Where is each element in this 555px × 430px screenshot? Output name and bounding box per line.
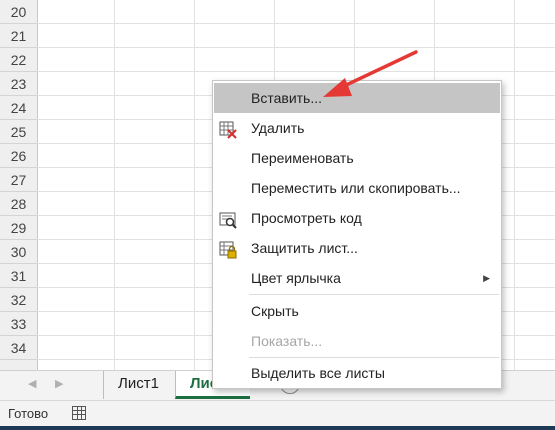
row-number[interactable]: 34 [0, 336, 37, 360]
row-number[interactable]: 30 [0, 240, 37, 264]
menu-item-tab-color[interactable]: Цвет ярлычка ▶ [214, 263, 500, 293]
grid-line [194, 0, 195, 370]
grid-line [514, 0, 515, 370]
row-number[interactable]: 21 [0, 24, 37, 48]
menu-item-hide[interactable]: Скрыть [214, 296, 500, 326]
menu-item-label: Скрыть [251, 303, 299, 319]
row-number[interactable]: 28 [0, 192, 37, 216]
menu-item-label: Цвет ярлычка [251, 270, 341, 286]
menu-item-label: Переименовать [251, 150, 354, 166]
view-code-icon [219, 209, 237, 229]
row-number[interactable]: 22 [0, 48, 37, 72]
menu-item-select-all-sheets[interactable]: Выделить все листы [214, 358, 500, 388]
grid-line [114, 0, 115, 370]
status-bar: Готово [0, 400, 555, 426]
menu-item-delete[interactable]: Удалить [214, 113, 500, 143]
menu-item-move-copy[interactable]: Переместить или скопировать... [214, 173, 500, 203]
row-number[interactable]: 25 [0, 120, 37, 144]
submenu-arrow-icon: ▶ [483, 273, 490, 283]
delete-sheet-icon [219, 119, 237, 139]
row-header-column: 20 21 22 23 24 25 26 27 28 29 30 31 32 3… [0, 0, 38, 370]
menu-separator [249, 294, 499, 295]
menu-item-label: Переместить или скопировать... [251, 180, 461, 196]
scroll-tabs-left-button[interactable]: ◀ [28, 377, 36, 390]
row-number[interactable]: 32 [0, 288, 37, 312]
row-number[interactable]: 31 [0, 264, 37, 288]
row-number[interactable]: 26 [0, 144, 37, 168]
menu-item-label: Защитить лист... [251, 240, 358, 256]
row-number[interactable]: 29 [0, 216, 37, 240]
menu-item-unhide: Показать... [214, 326, 500, 356]
menu-item-label: Вставить... [251, 90, 323, 106]
sheet-tab-1[interactable]: Лист1 [103, 371, 173, 399]
menu-item-label: Выделить все листы [251, 365, 385, 381]
menu-item-label: Удалить [251, 120, 305, 136]
menu-item-protect-sheet[interactable]: Защитить лист... [214, 233, 500, 263]
menu-item-rename[interactable]: Переименовать [214, 143, 500, 173]
menu-item-view-code[interactable]: Просмотреть код [214, 203, 500, 233]
row-number[interactable]: 20 [0, 0, 37, 24]
menu-item-label: Просмотреть код [251, 210, 362, 226]
row-number[interactable]: 24 [0, 96, 37, 120]
sheet-context-menu: Вставить... Удалить Переименовать Переме… [212, 80, 502, 389]
status-text: Готово [8, 406, 49, 421]
taskbar-edge [0, 426, 555, 430]
menu-item-insert[interactable]: Вставить... [214, 83, 500, 113]
scroll-tabs-right-button[interactable]: ▶ [55, 377, 63, 390]
row-number[interactable]: 33 [0, 312, 37, 336]
row-number[interactable]: 27 [0, 168, 37, 192]
menu-item-label: Показать... [251, 333, 323, 349]
row-number[interactable]: 23 [0, 72, 37, 96]
protect-sheet-icon [219, 239, 237, 259]
accessibility-check-icon[interactable] [72, 406, 86, 420]
